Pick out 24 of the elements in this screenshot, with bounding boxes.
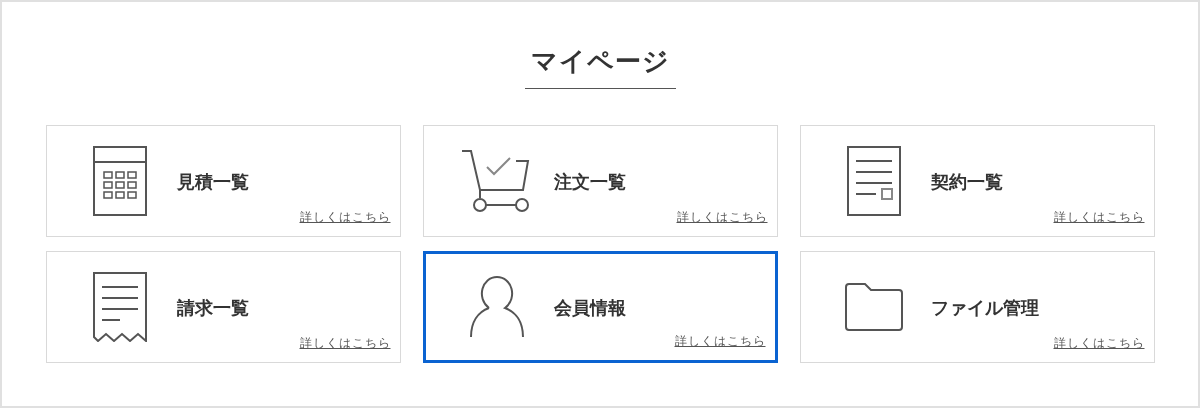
- menu-card[interactable]: 見積一覧 詳しくはこちら: [45, 125, 401, 237]
- menu-card[interactable]: 注文一覧 詳しくはこちら: [422, 125, 778, 237]
- details-link[interactable]: 詳しくはこちら: [676, 208, 768, 226]
- details-link[interactable]: 詳しくはこちら: [1053, 208, 1145, 226]
- page-title: マイページ: [524, 44, 676, 89]
- details-link[interactable]: 詳しくはこちら: [1053, 334, 1145, 352]
- folder-icon: [844, 283, 903, 331]
- details-link[interactable]: 詳しくはこちら: [299, 334, 391, 352]
- card-title: ファイル管理: [930, 295, 1039, 320]
- menu-card[interactable]: 会員情報 詳しくはこちら: [422, 251, 778, 363]
- document-icon: [846, 146, 901, 216]
- person-icon: [469, 276, 524, 338]
- details-link[interactable]: 詳しくはこちら: [299, 208, 391, 226]
- card-title: 契約一覧: [930, 169, 1003, 194]
- menu-card[interactable]: 請求一覧 詳しくはこちら: [45, 251, 401, 363]
- calculator-icon: [92, 146, 147, 216]
- card-title: 会員情報: [553, 295, 626, 320]
- menu-card[interactable]: ファイル管理 詳しくはこちら: [799, 251, 1155, 363]
- card-title: 見積一覧: [176, 169, 249, 194]
- card-title: 注文一覧: [553, 169, 626, 194]
- card-title: 請求一覧: [176, 295, 249, 320]
- receipt-icon: [92, 272, 147, 342]
- menu-card[interactable]: 契約一覧 詳しくはこちら: [799, 125, 1155, 237]
- details-link[interactable]: 詳しくはこちら: [674, 332, 766, 350]
